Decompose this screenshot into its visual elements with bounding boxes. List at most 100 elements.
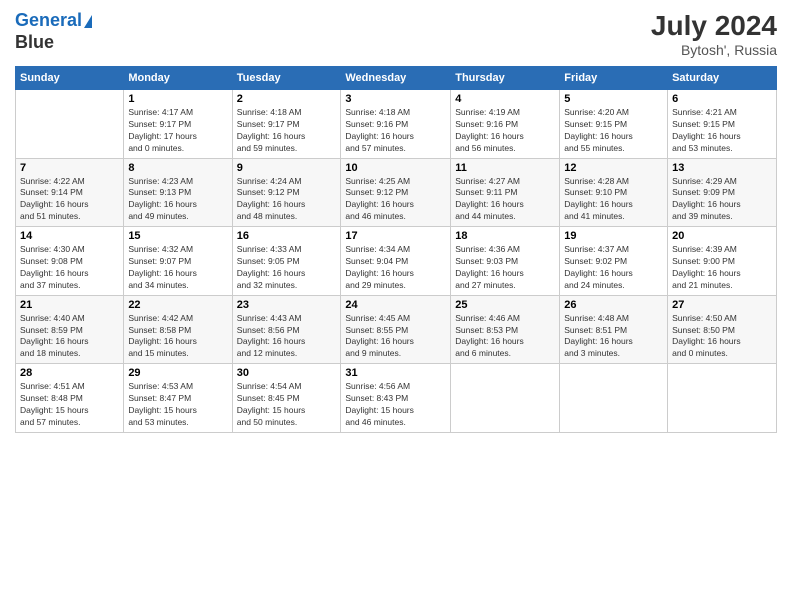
day-cell: 13 Sunrise: 4:29 AMSunset: 9:09 PMDayligh… [668, 158, 777, 227]
weekday-header-wednesday: Wednesday [341, 67, 451, 90]
day-info: Sunrise: 4:17 AMSunset: 9:17 PMDaylight:… [128, 107, 227, 155]
day-cell: 5 Sunrise: 4:20 AMSunset: 9:15 PMDaylight… [560, 90, 668, 159]
day-info: Sunrise: 4:20 AMSunset: 9:15 PMDaylight:… [564, 107, 663, 155]
header: General Blue July 2024 Bytosh', Russia [15, 10, 777, 58]
day-info: Sunrise: 4:50 AMSunset: 8:50 PMDaylight:… [672, 313, 772, 361]
day-cell: 27 Sunrise: 4:50 AMSunset: 8:50 PMDayligh… [668, 295, 777, 364]
day-number: 29 [128, 367, 227, 379]
day-number: 6 [672, 93, 772, 105]
day-number: 21 [20, 299, 119, 311]
day-cell [16, 90, 124, 159]
day-info: Sunrise: 4:39 AMSunset: 9:00 PMDaylight:… [672, 244, 772, 292]
day-number: 23 [237, 299, 337, 311]
day-cell [668, 364, 777, 433]
day-number: 9 [237, 162, 337, 174]
day-number: 30 [237, 367, 337, 379]
day-cell: 3 Sunrise: 4:18 AMSunset: 9:16 PMDaylight… [341, 90, 451, 159]
day-info: Sunrise: 4:40 AMSunset: 8:59 PMDaylight:… [20, 313, 119, 361]
day-cell: 7 Sunrise: 4:22 AMSunset: 9:14 PMDaylight… [16, 158, 124, 227]
day-cell: 6 Sunrise: 4:21 AMSunset: 9:15 PMDaylight… [668, 90, 777, 159]
day-info: Sunrise: 4:54 AMSunset: 8:45 PMDaylight:… [237, 381, 337, 429]
day-cell: 2 Sunrise: 4:18 AMSunset: 9:17 PMDaylight… [232, 90, 341, 159]
title-area: July 2024 Bytosh', Russia [651, 10, 777, 58]
day-cell: 21 Sunrise: 4:40 AMSunset: 8:59 PMDayligh… [16, 295, 124, 364]
day-cell: 16Sunrise: 4:33 AMSunset: 9:05 PMDayligh… [232, 227, 341, 296]
weekday-header-thursday: Thursday [451, 67, 560, 90]
day-cell: 1Sunrise: 4:17 AMSunset: 9:17 PMDaylight… [124, 90, 232, 159]
day-number: 28 [20, 367, 119, 379]
day-cell: 15 Sunrise: 4:32 AMSunset: 9:07 PMDayligh… [124, 227, 232, 296]
day-info: Sunrise: 4:37 AMSunset: 9:02 PMDaylight:… [564, 244, 663, 292]
day-cell: 11 Sunrise: 4:27 AMSunset: 9:11 PMDayligh… [451, 158, 560, 227]
day-cell [560, 364, 668, 433]
day-number: 13 [672, 162, 772, 174]
weekday-header-tuesday: Tuesday [232, 67, 341, 90]
day-info: Sunrise: 4:21 AMSunset: 9:15 PMDaylight:… [672, 107, 772, 155]
day-cell: 8 Sunrise: 4:23 AMSunset: 9:13 PMDaylight… [124, 158, 232, 227]
logo-subtext: Blue [15, 32, 92, 54]
day-number: 26 [564, 299, 663, 311]
day-info: Sunrise: 4:25 AMSunset: 9:12 PMDaylight:… [345, 176, 446, 224]
day-number: 14 [20, 230, 119, 242]
page: General Blue July 2024 Bytosh', Russia S… [0, 0, 792, 612]
day-number: 7 [20, 162, 119, 174]
day-number: 2 [237, 93, 337, 105]
day-number: 25 [455, 299, 555, 311]
day-info: Sunrise: 4:28 AMSunset: 9:10 PMDaylight:… [564, 176, 663, 224]
day-info: Sunrise: 4:56 AMSunset: 8:43 PMDaylight:… [345, 381, 446, 429]
day-cell: 4Sunrise: 4:19 AMSunset: 9:16 PMDaylight… [451, 90, 560, 159]
day-cell: 29 Sunrise: 4:53 AMSunset: 8:47 PMDayligh… [124, 364, 232, 433]
day-number: 3 [345, 93, 446, 105]
day-info: Sunrise: 4:46 AMSunset: 8:53 PMDaylight:… [455, 313, 555, 361]
day-number: 12 [564, 162, 663, 174]
day-info: Sunrise: 4:53 AMSunset: 8:47 PMDaylight:… [128, 381, 227, 429]
day-cell: 28 Sunrise: 4:51 AMSunset: 8:48 PMDayligh… [16, 364, 124, 433]
day-number: 16 [237, 230, 337, 242]
day-cell: 23Sunrise: 4:43 AMSunset: 8:56 PMDayligh… [232, 295, 341, 364]
day-number: 31 [345, 367, 446, 379]
weekday-header-row: SundayMondayTuesdayWednesdayThursdayFrid… [16, 67, 777, 90]
day-info: Sunrise: 4:32 AMSunset: 9:07 PMDaylight:… [128, 244, 227, 292]
day-number: 27 [672, 299, 772, 311]
day-info: Sunrise: 4:36 AMSunset: 9:03 PMDaylight:… [455, 244, 555, 292]
day-info: Sunrise: 4:34 AMSunset: 9:04 PMDaylight:… [345, 244, 446, 292]
day-cell: 25 Sunrise: 4:46 AMSunset: 8:53 PMDayligh… [451, 295, 560, 364]
location: Bytosh', Russia [651, 42, 777, 58]
weekday-header-saturday: Saturday [668, 67, 777, 90]
day-number: 11 [455, 162, 555, 174]
day-info: Sunrise: 4:42 AMSunset: 8:58 PMDaylight:… [128, 313, 227, 361]
day-info: Sunrise: 4:51 AMSunset: 8:48 PMDaylight:… [20, 381, 119, 429]
day-cell: 26 Sunrise: 4:48 AMSunset: 8:51 PMDayligh… [560, 295, 668, 364]
week-row-2: 7 Sunrise: 4:22 AMSunset: 9:14 PMDaylight… [16, 158, 777, 227]
day-cell: 24Sunrise: 4:45 AMSunset: 8:55 PMDayligh… [341, 295, 451, 364]
day-number: 17 [345, 230, 446, 242]
day-number: 8 [128, 162, 227, 174]
day-number: 18 [455, 230, 555, 242]
day-info: Sunrise: 4:24 AMSunset: 9:12 PMDaylight:… [237, 176, 337, 224]
day-info: Sunrise: 4:27 AMSunset: 9:11 PMDaylight:… [455, 176, 555, 224]
day-number: 22 [128, 299, 227, 311]
day-number: 4 [455, 93, 555, 105]
day-number: 24 [345, 299, 446, 311]
day-info: Sunrise: 4:29 AMSunset: 9:09 PMDaylight:… [672, 176, 772, 224]
day-info: Sunrise: 4:18 AMSunset: 9:16 PMDaylight:… [345, 107, 446, 155]
day-cell: 12 Sunrise: 4:28 AMSunset: 9:10 PMDayligh… [560, 158, 668, 227]
day-info: Sunrise: 4:30 AMSunset: 9:08 PMDaylight:… [20, 244, 119, 292]
day-cell: 20 Sunrise: 4:39 AMSunset: 9:00 PMDayligh… [668, 227, 777, 296]
day-cell: 14 Sunrise: 4:30 AMSunset: 9:08 PMDayligh… [16, 227, 124, 296]
day-number: 20 [672, 230, 772, 242]
day-info: Sunrise: 4:48 AMSunset: 8:51 PMDaylight:… [564, 313, 663, 361]
weekday-header-monday: Monday [124, 67, 232, 90]
day-cell: 30 Sunrise: 4:54 AMSunset: 8:45 PMDayligh… [232, 364, 341, 433]
day-info: Sunrise: 4:23 AMSunset: 9:13 PMDaylight:… [128, 176, 227, 224]
weekday-header-sunday: Sunday [16, 67, 124, 90]
day-cell: 19Sunrise: 4:37 AMSunset: 9:02 PMDayligh… [560, 227, 668, 296]
week-row-4: 21 Sunrise: 4:40 AMSunset: 8:59 PMDayligh… [16, 295, 777, 364]
day-number: 15 [128, 230, 227, 242]
logo-text: General [15, 10, 92, 32]
day-number: 5 [564, 93, 663, 105]
day-info: Sunrise: 4:18 AMSunset: 9:17 PMDaylight:… [237, 107, 337, 155]
day-cell: 9 Sunrise: 4:24 AMSunset: 9:12 PMDaylight… [232, 158, 341, 227]
day-cell: 31 Sunrise: 4:56 AMSunset: 8:43 PMDayligh… [341, 364, 451, 433]
day-info: Sunrise: 4:22 AMSunset: 9:14 PMDaylight:… [20, 176, 119, 224]
